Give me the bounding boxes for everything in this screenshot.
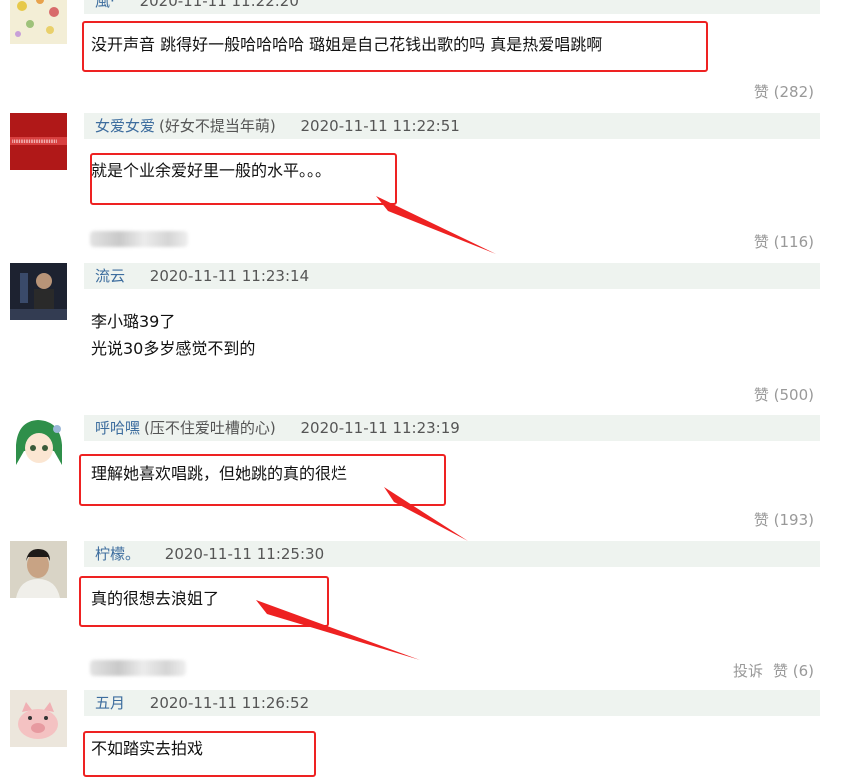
user-tag: (好女不提当年萌) [159, 117, 276, 135]
avatar-flowers[interactable] [10, 0, 67, 44]
like-button[interactable]: 赞 (193) [754, 509, 814, 530]
comment-time: 2020-11-11 11:26:52 [149, 694, 310, 712]
like-button[interactable]: 赞 (500) [754, 384, 814, 405]
comment-actions: 投诉赞 (6) [733, 660, 814, 681]
comment-header: 五月 2020-11-11 11:26:52 [84, 690, 820, 716]
highlight-box [79, 454, 446, 506]
comment-header: 女爱女爱 (好女不提当年萌) 2020-11-11 11:22:51 [84, 113, 820, 139]
username-link[interactable]: 呼哈嘿 [95, 419, 140, 437]
username-link[interactable]: 風· [95, 0, 115, 10]
comment-header: 風· 2020-11-11 11:22:20 [84, 0, 820, 14]
highlight-box [82, 21, 708, 72]
blurred-text [90, 660, 186, 676]
username-link[interactable]: 柠檬。 [95, 545, 140, 563]
report-button[interactable]: 投诉 [733, 662, 763, 680]
comment-header: 流云 2020-11-11 11:23:14 [84, 263, 820, 289]
user-tag: (压不住爱吐槽的心) [144, 419, 276, 437]
comment-header: 呼哈嘿 (压不住爱吐槽的心) 2020-11-11 11:23:19 [84, 415, 820, 441]
avatar-portrait[interactable] [10, 541, 67, 598]
username-link[interactable]: 流云 [95, 267, 125, 285]
comment-text: 李小璐39了 [91, 312, 176, 331]
like-button[interactable]: 赞 (116) [754, 231, 814, 252]
comment-time: 2020-11-11 11:22:20 [139, 0, 299, 10]
comment-time: 2020-11-11 11:23:14 [149, 267, 310, 285]
like-button[interactable]: 赞 (282) [754, 81, 814, 102]
comment-time: 2020-11-11 11:23:19 [300, 419, 460, 437]
highlight-box [79, 576, 329, 627]
avatar-red[interactable]: ııııııııııııııııııııııııııı [10, 113, 67, 170]
avatar-piglet[interactable] [10, 690, 67, 747]
highlight-box [90, 153, 397, 205]
like-button[interactable]: 赞 (6) [773, 662, 814, 680]
comment-time: 2020-11-11 11:25:30 [164, 545, 325, 563]
highlight-box [83, 731, 316, 777]
avatar-anime[interactable] [10, 415, 67, 472]
comment-time: 2020-11-11 11:22:51 [300, 117, 460, 135]
comment-header: 柠檬。 2020-11-11 11:25:30 [84, 541, 820, 567]
username-link[interactable]: 五月 [95, 694, 125, 712]
comment-text: 光说30多岁感觉不到的 [91, 339, 256, 358]
avatar-stage[interactable] [10, 263, 67, 320]
svg-text:ııııııııııııııııııııııııııı: ııııııııııııııııııııııııııı [12, 138, 57, 145]
username-link[interactable]: 女爱女爱 [95, 117, 155, 135]
blurred-text [90, 231, 188, 247]
